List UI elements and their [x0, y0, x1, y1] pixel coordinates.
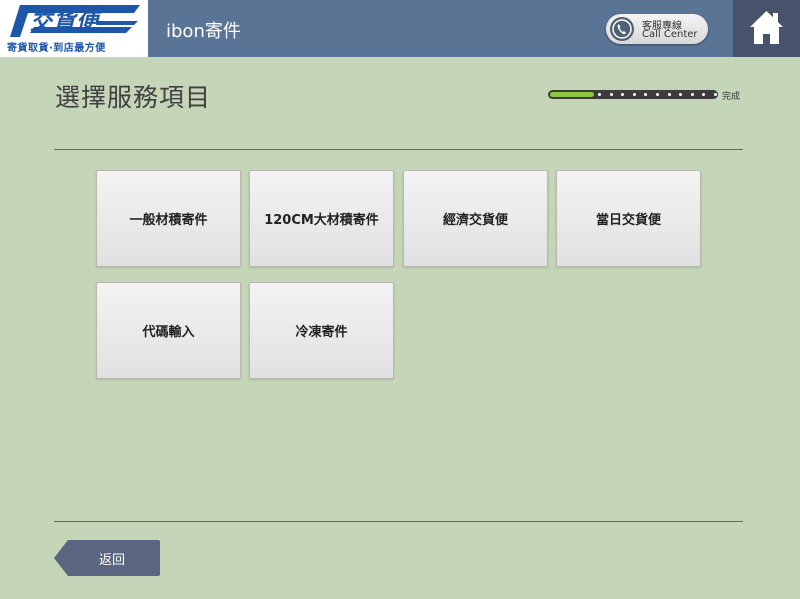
page-title: 選擇服務項目 — [55, 83, 212, 112]
brand-logo: 交貨便 寄貨取貨·到店最方便 — [0, 0, 148, 57]
progress-step-dot — [633, 93, 636, 96]
logo-tagline: 寄貨取貨·到店最方便 — [7, 43, 106, 54]
progress-step-dot — [656, 93, 659, 96]
phone-icon — [610, 17, 634, 41]
progress-step-dot — [644, 93, 647, 96]
bottom-divider — [54, 521, 743, 522]
service-large-120cm-button[interactable]: 120CM大材積寄件 — [249, 170, 394, 267]
top-bar: 交貨便 寄貨取貨·到店最方便 ibon寄件 客服專線 Call Center — [0, 0, 800, 57]
progress-step-dot — [679, 93, 682, 96]
progress-step-dot — [702, 93, 705, 96]
top-divider — [54, 149, 743, 150]
step-progress-bar — [548, 90, 718, 99]
home-button[interactable] — [733, 0, 800, 57]
progress-step-dot — [668, 93, 671, 96]
progress-step-dot — [610, 93, 613, 96]
back-button[interactable]: 返回 — [54, 540, 160, 576]
service-economy-button[interactable]: 經濟交貨便 — [403, 170, 548, 267]
code-input-button[interactable]: 代碼輸入 — [96, 282, 241, 379]
service-same-day-button[interactable]: 當日交貨便 — [556, 170, 701, 267]
progress-step-dot — [621, 93, 624, 96]
call-center-button[interactable]: 客服專線 Call Center — [606, 14, 708, 44]
back-label: 返回 — [98, 552, 125, 568]
logo-text: 交貨便 — [30, 10, 100, 35]
service-frozen-button[interactable]: 冷凍寄件 — [249, 282, 394, 379]
app-title: ibon寄件 — [166, 21, 241, 42]
progress-step-dot — [598, 93, 601, 96]
progress-step-dot — [714, 93, 717, 96]
progress-step-dot — [691, 93, 694, 96]
home-icon — [750, 11, 783, 44]
call-center-label-en: Call Center — [642, 29, 698, 40]
progress-fill — [550, 92, 594, 97]
service-general-button[interactable]: 一般材積寄件 — [96, 170, 241, 267]
progress-end-label: 完成 — [722, 92, 741, 102]
